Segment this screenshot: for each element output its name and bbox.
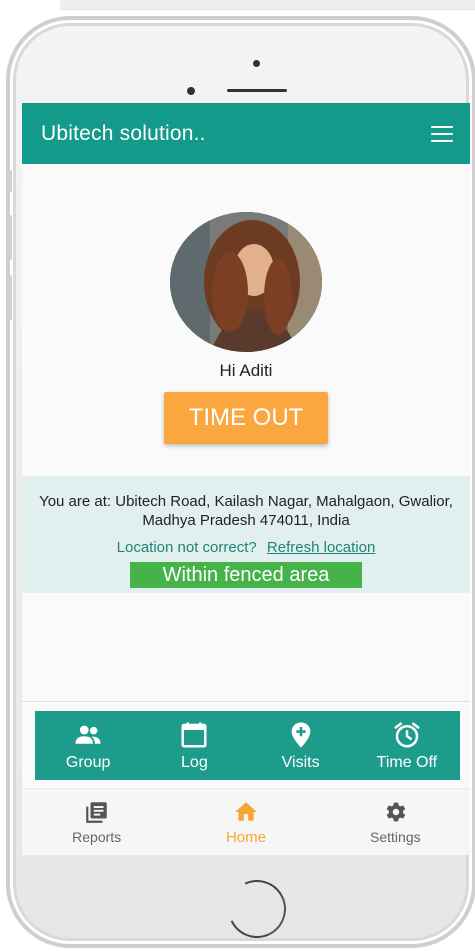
browser-strip <box>60 0 475 10</box>
time-off-label: Time Off <box>376 753 438 771</box>
avatar <box>170 212 322 352</box>
nav-settings-label: Settings <box>370 829 421 845</box>
bottom-navigation: Reports Home Settings <box>22 788 470 855</box>
home-hardware-button[interactable] <box>219 871 295 947</box>
app-screen: Ubitech solution.. Hi Aditi TIME OUT You… <box>22 103 470 855</box>
menu-icon[interactable] <box>431 125 453 142</box>
visits-button[interactable]: Visits <box>256 720 346 772</box>
visits-label: Visits <box>281 753 320 771</box>
fence-status-badge: Within fenced area <box>130 562 362 588</box>
earpiece-speaker <box>227 89 287 92</box>
alarm-icon <box>394 722 420 747</box>
nav-reports-label: Reports <box>72 829 122 845</box>
quick-actions-bar: Group Log Visits Time Off <box>35 711 460 780</box>
location-add-icon <box>291 722 310 747</box>
volume-down-button <box>8 275 12 320</box>
front-camera <box>253 60 260 67</box>
calendar-icon <box>181 722 207 747</box>
nav-reports[interactable]: Reports <box>37 799 157 845</box>
current-address: You are at: Ubitech Road, Kailash Nagar,… <box>39 493 453 529</box>
home-icon <box>235 801 257 821</box>
location-correction-row: Location not correct? Refresh location <box>22 539 470 556</box>
reports-icon <box>85 802 107 823</box>
group-label: Group <box>65 753 111 771</box>
group-icon <box>75 725 101 744</box>
proximity-sensor <box>187 87 195 95</box>
log-button[interactable]: Log <box>149 720 239 772</box>
group-button[interactable]: Group <box>43 720 133 772</box>
location-incorrect-prompt: Location not correct? <box>116 539 257 556</box>
settings-icon <box>386 802 406 822</box>
app-bar: Ubitech solution.. <box>22 103 470 164</box>
app-title: Ubitech solution.. <box>41 121 206 145</box>
volume-up-button <box>8 215 12 260</box>
nav-settings[interactable]: Settings <box>335 799 455 845</box>
log-label: Log <box>181 753 208 771</box>
time-out-button[interactable]: TIME OUT <box>164 392 328 444</box>
refresh-location-link[interactable]: Refresh location <box>267 539 375 556</box>
divider <box>22 701 470 702</box>
greeting-text: Hi Aditi <box>219 361 273 380</box>
time-off-button[interactable]: Time Off <box>362 720 452 772</box>
nav-home-label: Home <box>225 828 266 846</box>
location-panel: You are at: Ubitech Road, Kailash Nagar,… <box>22 476 470 593</box>
nav-home[interactable]: Home <box>186 799 306 846</box>
mute-switch <box>8 170 12 192</box>
